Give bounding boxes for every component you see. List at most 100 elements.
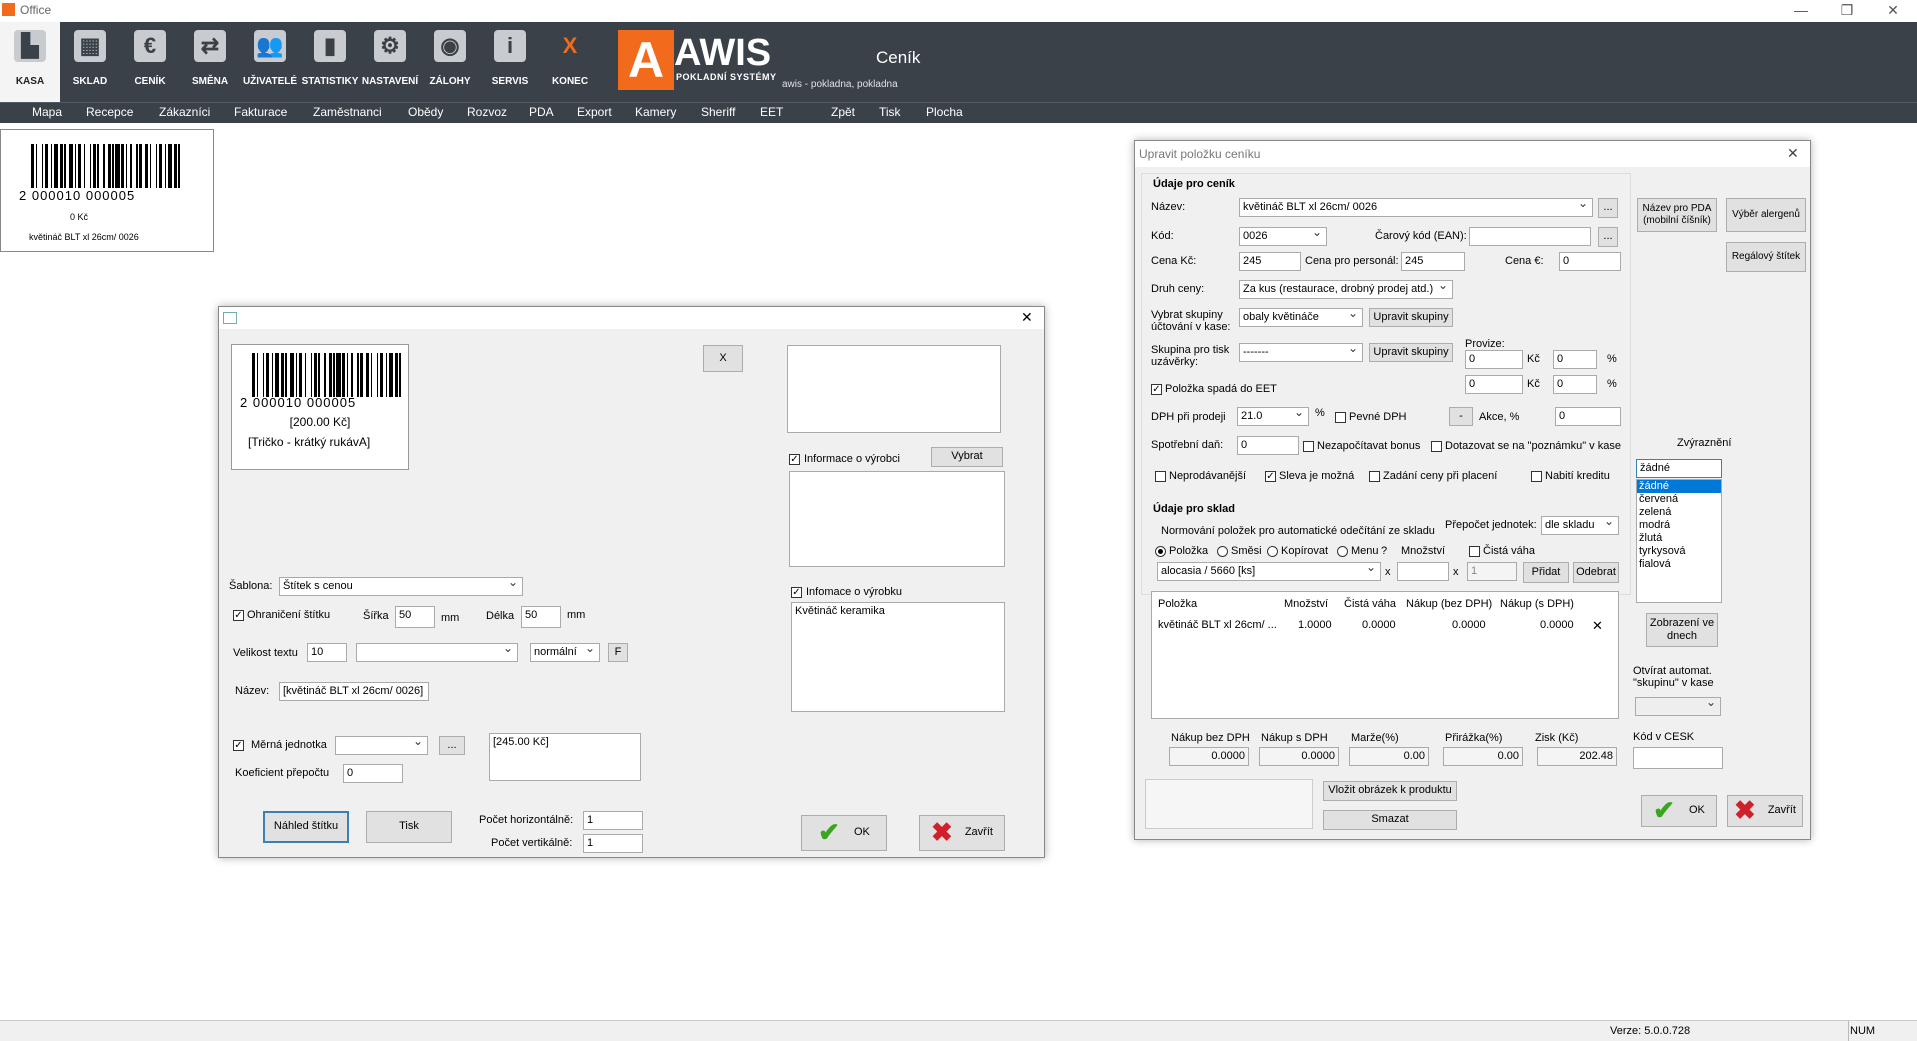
edit-ok-button[interactable]: ✔ OK	[1641, 795, 1717, 827]
menu-sheriff[interactable]: Sheriff	[701, 105, 735, 119]
horiz-input[interactable]: 1	[583, 811, 643, 830]
conversion-select[interactable]: dle skladu	[1541, 516, 1619, 535]
template-select[interactable]: Štítek s cenou	[279, 577, 523, 596]
close-window-button[interactable]: ✕	[1870, 0, 1916, 22]
menu-zakaznici[interactable]: Zákazníci	[159, 105, 210, 119]
promo-input[interactable]: 0	[1555, 407, 1621, 426]
menu-pda[interactable]: PDA	[529, 105, 554, 119]
delete-image-button[interactable]: Smazat	[1323, 810, 1457, 830]
commission-pct-input-1[interactable]: 0	[1553, 350, 1597, 369]
coef-input[interactable]: 0	[343, 764, 403, 783]
nobonus-check[interactable]	[1303, 441, 1314, 452]
label-x-button[interactable]: X	[703, 345, 743, 372]
staff-price-input[interactable]: 245	[1401, 252, 1465, 271]
menu-zamestnanci[interactable]: Zaměstnanci	[313, 105, 382, 119]
menu-help[interactable]: ?	[1381, 545, 1387, 557]
unit-price-box[interactable]: [245.00 Kč]	[489, 733, 641, 781]
row-delete-icon[interactable]: ✕	[1592, 618, 1603, 634]
edit-groups-button-2[interactable]: Upravit skupiny	[1369, 343, 1453, 362]
pricetype-select[interactable]: Za kus (restaurace, drobný prodej atd.)	[1239, 280, 1453, 299]
restore-button[interactable]: ❐	[1824, 0, 1870, 22]
label-dialog-close[interactable]: ✕	[1021, 309, 1033, 326]
commission-input-2[interactable]: 0	[1465, 375, 1523, 394]
font-select[interactable]	[356, 643, 518, 662]
manufacturer-check[interactable]: ✓	[789, 454, 800, 465]
commission-pct-input-2[interactable]: 0	[1553, 375, 1597, 394]
menu-zpet[interactable]: Zpět	[831, 105, 855, 119]
toolbar-uzivatele[interactable]: 👥 UŽIVATELÉ	[240, 22, 300, 102]
unit-more-button[interactable]: ...	[439, 736, 465, 755]
menu-plocha[interactable]: Plocha	[926, 105, 963, 119]
menu-rozvoz[interactable]: Rozvoz	[467, 105, 507, 119]
fixed-vat-check[interactable]	[1335, 412, 1346, 423]
discount-check[interactable]: ✓	[1265, 471, 1276, 482]
pda-name-button[interactable]: Název pro PDA (mobilní číšník)	[1637, 198, 1717, 232]
price-on-pay-check[interactable]	[1369, 471, 1380, 482]
menu-fakturace[interactable]: Fakturace	[234, 105, 287, 119]
toolbar-kasa[interactable]: ▙ KASA	[0, 22, 60, 102]
menu-mapa[interactable]: Mapa	[32, 105, 62, 119]
print-group-select[interactable]: -------	[1239, 343, 1363, 362]
toolbar-sklad[interactable]: ▦ SKLAD	[60, 22, 120, 102]
vert-input[interactable]: 1	[583, 834, 643, 853]
list-item[interactable]: červená	[1637, 493, 1721, 506]
credit-check[interactable]	[1531, 471, 1542, 482]
excise-input[interactable]: 0	[1237, 436, 1299, 455]
edit-close-button[interactable]: ✖ Zavřít	[1727, 795, 1803, 827]
highlight-list[interactable]: žádné červená zelená modrá žlutá tyrkyso…	[1636, 479, 1722, 603]
promo-dash-button[interactable]: -	[1449, 407, 1473, 426]
width-input[interactable]: 50	[395, 606, 435, 628]
add-button[interactable]: Přidat	[1523, 562, 1569, 583]
menu-tisk[interactable]: Tisk	[879, 105, 901, 119]
remove-button[interactable]: Odebrat	[1573, 562, 1619, 583]
toolbar-smena[interactable]: ⇄ SMĚNA	[180, 22, 240, 102]
menu-recepce[interactable]: Recepce	[86, 105, 133, 119]
stock-qty-input[interactable]	[1397, 562, 1449, 581]
toolbar-zalohy[interactable]: ◉ ZÁLOHY	[420, 22, 480, 102]
vat-select[interactable]: 21.0	[1237, 407, 1309, 426]
list-item[interactable]: žádné	[1637, 480, 1721, 493]
insert-image-button[interactable]: Vložit obrázek k produktu	[1323, 781, 1457, 801]
radio-item[interactable]	[1155, 546, 1166, 557]
toolbar-nastaveni[interactable]: ⚙ NASTAVENÍ	[360, 22, 420, 102]
price-input[interactable]: 245	[1239, 252, 1301, 271]
list-item[interactable]: žlutá	[1637, 532, 1721, 545]
list-item[interactable]: zelená	[1637, 506, 1721, 519]
product-info[interactable]: Květináč keramika	[791, 602, 1005, 712]
print-button[interactable]: Tisk	[366, 811, 452, 843]
style-select[interactable]: normální	[530, 643, 600, 662]
ean-more-button[interactable]: ...	[1598, 227, 1618, 247]
name-input[interactable]: [květináč BLT xl 26cm/ 0026]	[279, 682, 429, 701]
group-select[interactable]: obaly květináče	[1239, 308, 1363, 327]
unit-check[interactable]: ✓	[233, 740, 244, 751]
radio-copy[interactable]	[1267, 546, 1278, 557]
eur-price-input[interactable]: 0	[1559, 252, 1621, 271]
toolbar-statistiky[interactable]: ▮ STATISTIKY	[300, 22, 360, 102]
toolbar-konec[interactable]: X KONEC	[540, 22, 600, 102]
open-group-select[interactable]	[1635, 697, 1721, 716]
choose-button[interactable]: Vybrat	[931, 447, 1003, 467]
menu-eet[interactable]: EET	[760, 105, 783, 119]
menu-export[interactable]: Export	[577, 105, 612, 119]
length-input[interactable]: 50	[521, 606, 561, 628]
commission-input-1[interactable]: 0	[1465, 350, 1523, 369]
manufacturer-info[interactable]	[789, 471, 1005, 567]
list-item[interactable]: fialová	[1637, 558, 1721, 571]
item-name-input[interactable]: květináč BLT xl 26cm/ 0026	[1239, 198, 1593, 217]
eet-check[interactable]: ✓	[1151, 384, 1162, 395]
toolbar-servis[interactable]: i SERVIS	[480, 22, 540, 102]
minimize-button[interactable]: —	[1778, 0, 1824, 22]
shelf-label-button[interactable]: Regálový štítek	[1726, 242, 1806, 272]
toolbar-cenik[interactable]: € CENÍK	[120, 22, 180, 102]
netweight-check[interactable]	[1469, 546, 1480, 557]
ean-input[interactable]	[1469, 227, 1591, 246]
preview-label-button[interactable]: Náhled štítku	[263, 811, 349, 843]
code-input[interactable]: 0026	[1239, 227, 1327, 246]
menu-obedy[interactable]: Obědy	[408, 105, 443, 119]
list-item[interactable]: tyrkysová	[1637, 545, 1721, 558]
border-check[interactable]: ✓	[233, 610, 244, 621]
product-info-check[interactable]: ✓	[791, 587, 802, 598]
font-button[interactable]: F	[608, 643, 628, 662]
radio-mix[interactable]	[1217, 546, 1228, 557]
label-close-button[interactable]: ✖ Zavřít	[919, 815, 1005, 851]
